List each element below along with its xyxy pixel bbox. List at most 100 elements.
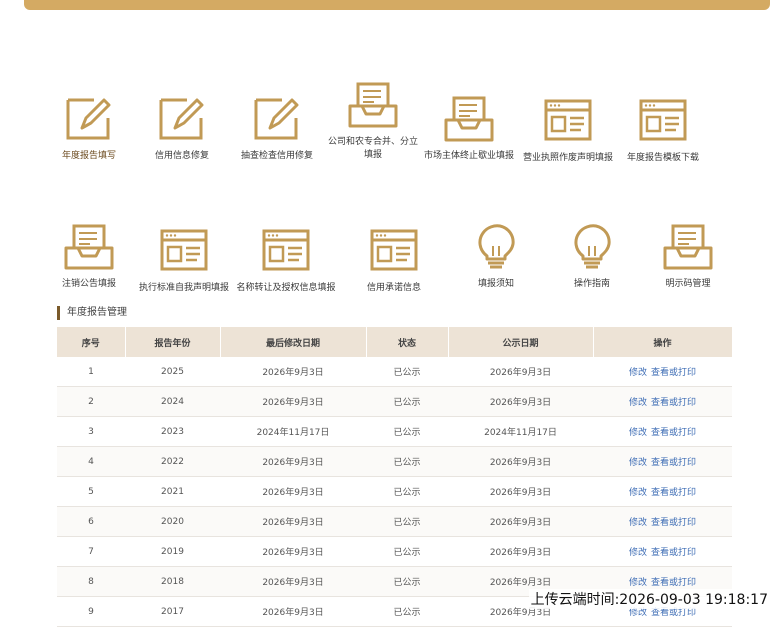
cell-modified-date: 2026年9月3日 (220, 476, 366, 507)
cell-actions: 修改 查看或打印 (593, 476, 732, 507)
header-index: 序号 (57, 327, 126, 357)
tile-license-void-filing[interactable]: 营业执照作废声明填报 (513, 96, 623, 165)
tile-template-download[interactable]: 年度报告模板下载 (608, 96, 718, 165)
view-print-link[interactable]: 查看或打印 (651, 548, 696, 558)
cell-status: 已公示 (366, 566, 448, 597)
tile-label: 营业执照作废声明填报 (522, 153, 613, 163)
cell-modified-date: 2026年9月3日 (220, 386, 366, 417)
edit-link[interactable]: 修改 (629, 548, 647, 558)
cell-modified-date: 2024年11月17日 (220, 416, 366, 447)
header-modified-date: 最后修改日期 (220, 327, 367, 357)
tile-label: 填报须知 (477, 279, 514, 289)
tile-label: 信用信息修复 (154, 151, 209, 161)
tile-merger-split-filing[interactable]: 公司和农专合并、分立填报 (318, 80, 428, 162)
cell-year: 2024 (125, 386, 220, 417)
browser-icon (262, 229, 310, 271)
tile-label: 市场主体终止歇业填报 (423, 151, 514, 161)
tile-inspection-credit-repair[interactable]: 抽查检查信用修复 (222, 94, 332, 163)
tile-label: 明示码管理 (665, 279, 711, 289)
edit-link[interactable]: 修改 (629, 488, 647, 498)
cell-publish-date: 2026年9月3日 (448, 357, 593, 387)
cell-index: 3 (57, 416, 125, 447)
cell-modified-date: 2026年9月3日 (220, 357, 366, 387)
tile-code-management[interactable]: 明示码管理 (633, 222, 743, 291)
edit-icon (159, 98, 204, 140)
cell-status: 已公示 (366, 386, 448, 417)
browser-icon (160, 229, 208, 271)
tile-label: 注销公告填报 (61, 279, 116, 289)
tile-label: 操作指南 (573, 279, 610, 289)
cell-year: 2023 (125, 416, 220, 447)
cell-publish-date: 2026年9月3日 (448, 476, 593, 507)
edit-link[interactable]: 修改 (629, 458, 647, 468)
cell-year: 2020 (125, 506, 220, 537)
view-print-link[interactable]: 查看或打印 (651, 458, 696, 468)
cell-index: 4 (57, 446, 125, 477)
tile-label: 年度报告模板下载 (626, 153, 699, 163)
cell-status: 已公示 (366, 357, 448, 387)
tile-label: 公司和农专合并、分立填报 (327, 137, 418, 160)
cell-actions: 修改 查看或打印 (593, 416, 732, 447)
cell-year: 2025 (125, 357, 220, 387)
table-row: 7 2019 2026年9月3日 已公示 2026年9月3日 修改 查看或打印 (57, 536, 732, 567)
upload-timestamp: 上传云端时间:2026-09-03 19:18:17 (528, 589, 770, 609)
view-print-link[interactable]: 查看或打印 (651, 488, 696, 498)
tile-termination-filing[interactable]: 市场主体终止歇业填报 (414, 94, 524, 163)
browser-icon (544, 99, 592, 141)
inbox-icon (663, 224, 713, 270)
edit-icon (254, 98, 299, 140)
cell-modified-date: 2026年9月3日 (220, 536, 366, 567)
cell-year: 2022 (125, 446, 220, 477)
view-print-link[interactable]: 查看或打印 (651, 518, 696, 528)
tile-standard-declaration[interactable]: 执行标准自我声明填报 (129, 226, 239, 295)
edit-link[interactable]: 修改 (629, 368, 647, 378)
table-row: 5 2021 2026年9月3日 已公示 2026年9月3日 修改 查看或打印 (57, 476, 732, 507)
cell-publish-date: 2026年9月3日 (448, 386, 593, 417)
cell-publish-date: 2024年11月17日 (448, 416, 593, 447)
cell-modified-date: 2026年9月3日 (220, 566, 366, 597)
edit-link[interactable]: 修改 (629, 518, 647, 528)
service-icon-grid: 年度报告填写 信用信息修复 抽查检查信用修复 公司和农专合并、分立填报 市场主体… (0, 0, 776, 300)
edit-link[interactable]: 修改 (629, 398, 647, 408)
lightbulb-icon (478, 224, 515, 269)
tile-label: 信用承诺信息 (366, 283, 421, 293)
table-row: 1 2025 2026年9月3日 已公示 2026年9月3日 修改 查看或打印 (57, 357, 732, 387)
tile-credit-commitment[interactable]: 信用承诺信息 (339, 226, 449, 295)
tile-filing-notice[interactable]: 填报须知 (441, 222, 551, 291)
tile-label: 名称转让及授权信息填报 (236, 283, 336, 293)
table-row: 6 2020 2026年9月3日 已公示 2026年9月3日 修改 查看或打印 (57, 506, 732, 537)
cell-index: 7 (57, 536, 125, 567)
header-year: 报告年份 (125, 327, 221, 357)
inbox-icon (348, 82, 398, 128)
cell-modified-date: 2026年9月3日 (220, 596, 366, 627)
header-actions: 操作 (593, 327, 733, 357)
view-print-link[interactable]: 查看或打印 (651, 368, 696, 378)
tile-name-transfer[interactable]: 名称转让及授权信息填报 (231, 226, 341, 295)
cell-actions: 修改 查看或打印 (593, 506, 732, 537)
table-row: 3 2023 2024年11月17日 已公示 2024年11月17日 修改 查看或打印 (57, 416, 732, 447)
cell-modified-date: 2026年9月3日 (220, 446, 366, 477)
cell-status: 已公示 (366, 416, 448, 447)
view-print-link[interactable]: 查看或打印 (651, 608, 696, 618)
tile-deregistration-notice[interactable]: 注销公告填报 (34, 222, 144, 291)
tile-operation-guide[interactable]: 操作指南 (537, 222, 647, 291)
tile-credit-repair[interactable]: 信用信息修复 (127, 94, 237, 163)
view-print-link[interactable]: 查看或打印 (651, 398, 696, 408)
browser-icon (639, 99, 687, 141)
cell-index: 8 (57, 566, 125, 597)
tile-label: 抽查检查信用修复 (240, 151, 313, 161)
section-title: 年度报告管理 (57, 306, 127, 320)
cell-publish-date: 2026年9月3日 (448, 536, 593, 567)
inbox-icon (64, 224, 114, 270)
view-print-link[interactable]: 查看或打印 (651, 578, 696, 588)
cell-actions: 修改 查看或打印 (593, 386, 732, 417)
edit-link[interactable]: 修改 (629, 578, 647, 588)
lightbulb-icon (574, 224, 611, 269)
edit-link[interactable]: 修改 (629, 428, 647, 438)
cell-year: 2019 (125, 536, 220, 567)
cell-index: 5 (57, 476, 125, 507)
view-print-link[interactable]: 查看或打印 (651, 428, 696, 438)
edit-icon (66, 98, 111, 140)
cell-index: 1 (57, 357, 125, 387)
edit-link[interactable]: 修改 (629, 608, 647, 618)
